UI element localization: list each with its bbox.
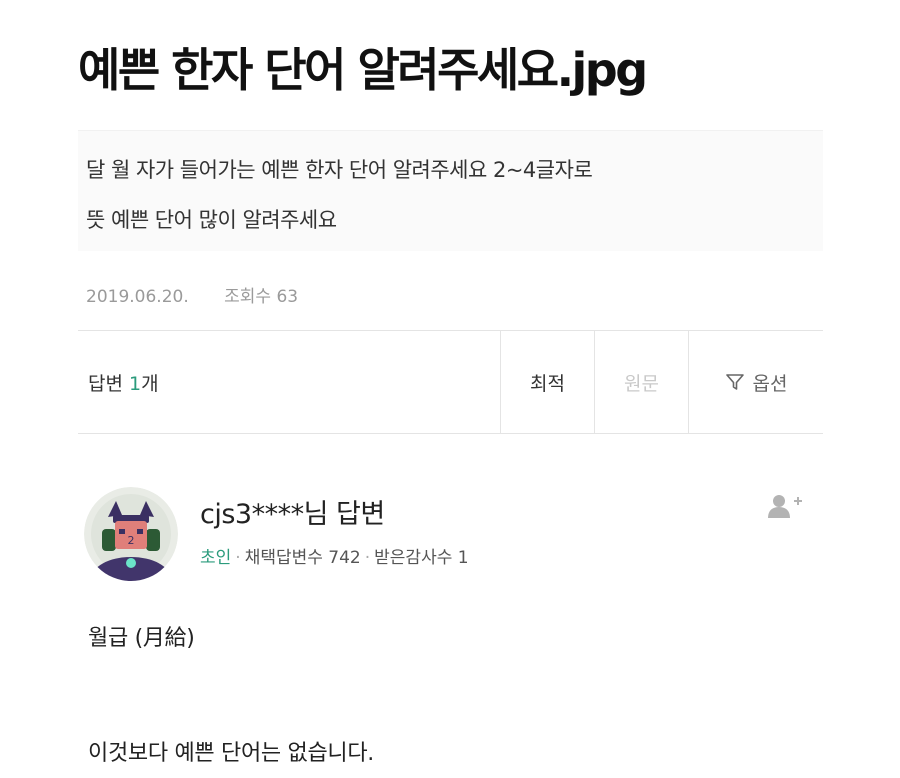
author-grade: 초인: [200, 548, 232, 568]
avatar[interactable]: 2: [84, 487, 178, 581]
answer-line-2: 이것보다 예쁜 단어는 없습니다.: [88, 741, 374, 766]
post-title: 예쁜 한자 단어 알려주세요.jpg: [78, 43, 648, 97]
answer-count-unit: 개: [141, 373, 159, 395]
separator-dot: ·: [364, 548, 371, 568]
sort-original-tab[interactable]: 원문: [594, 331, 688, 433]
answer-count: 답변 1개: [88, 369, 159, 396]
question-body: 달 월 자가 들어가는 예쁜 한자 단어 알려주세요 2~4글자로 뜻 예쁜 단…: [86, 145, 815, 245]
question-box: 달 월 자가 들어가는 예쁜 한자 단어 알려주세요 2~4글자로 뜻 예쁜 단…: [78, 130, 823, 251]
character-avatar: 2: [84, 487, 178, 581]
answer-count-number: 1: [129, 373, 142, 395]
view-count: 조회수 63: [224, 287, 299, 307]
filter-icon: [725, 374, 744, 390]
sort-best-tab[interactable]: 최적: [500, 331, 594, 433]
question-line-2: 뜻 예쁜 단어 많이 알려주세요: [86, 208, 337, 232]
question-line-1: 달 월 자가 들어가는 예쁜 한자 단어 알려주세요 2~4글자로: [86, 158, 593, 182]
svg-text:2: 2: [128, 534, 135, 547]
answer-author[interactable]: cjs3****님 답변: [200, 492, 385, 531]
answer-line-1: 월급 (月給): [88, 626, 195, 651]
post-meta: 2019.06.20. 조회수 63: [86, 282, 298, 307]
add-friend-icon[interactable]: [765, 492, 805, 520]
separator-dot: ·: [235, 548, 241, 568]
adopted-count: 채택답변수 742: [244, 548, 361, 568]
options-label: 옵션: [752, 372, 788, 395]
answer-count-label: 답변: [88, 373, 123, 395]
thanks-count: 받은감사수 1: [374, 548, 469, 568]
answer-bar: 답변 1개 최적 원문 옵션: [78, 330, 823, 434]
author-meta: 초인 · 채택답변수 742 · 받은감사수 1: [200, 543, 469, 568]
options-button[interactable]: 옵션: [688, 331, 823, 433]
post-date: 2019.06.20.: [86, 287, 189, 307]
